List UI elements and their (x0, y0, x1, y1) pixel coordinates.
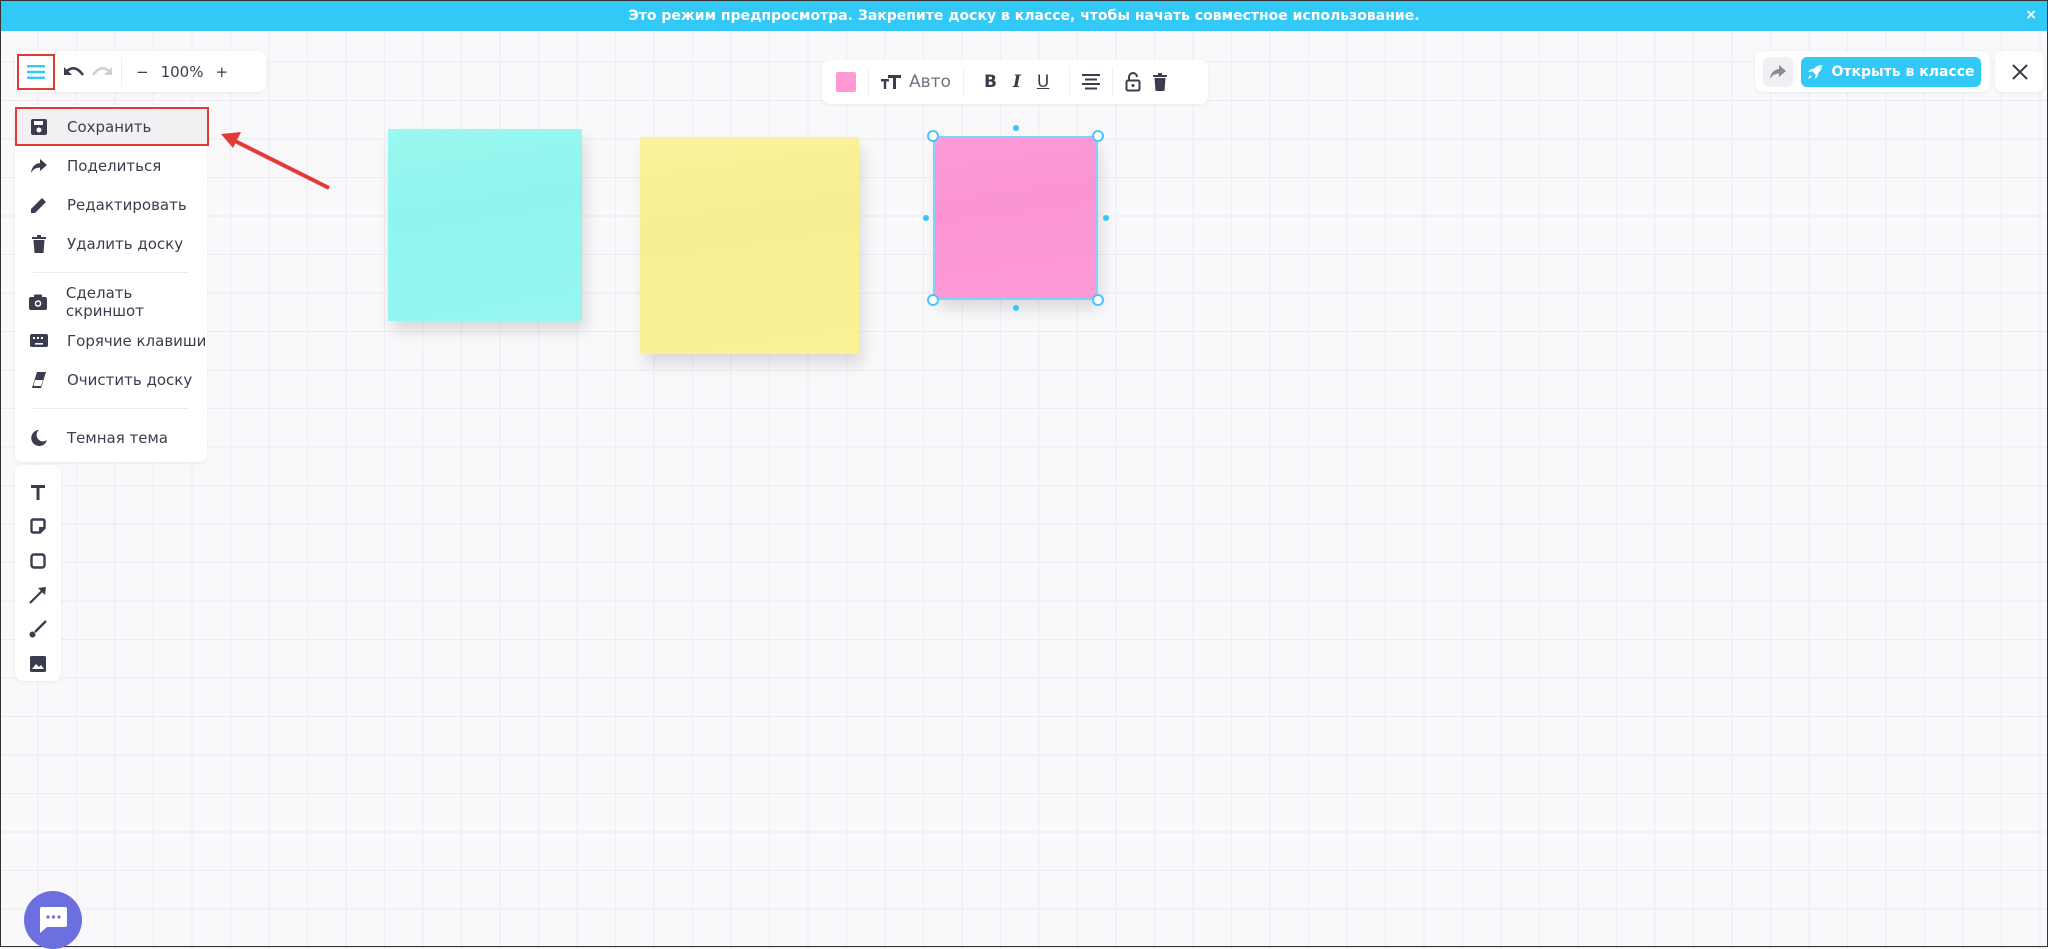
banner-close-button[interactable]: × (2025, 7, 2037, 23)
connector-dot[interactable] (1013, 305, 1019, 311)
rectangle-tool-icon[interactable] (23, 544, 53, 578)
close-button[interactable] (1995, 51, 2044, 92)
bold-button[interactable]: B (984, 72, 997, 92)
menu-item-edit[interactable]: Редактировать (15, 185, 207, 224)
resize-handle[interactable] (927, 130, 939, 142)
menu-item-label: Удалить доску (67, 234, 184, 253)
trash-icon (29, 234, 49, 253)
menu-divider (33, 408, 189, 409)
text-tool-icon[interactable] (23, 475, 53, 509)
hamburger-icon (27, 64, 45, 79)
close-icon (2011, 63, 2028, 80)
share-icon (1769, 64, 1787, 80)
font-size-value[interactable]: Авто (909, 72, 951, 92)
resize-handle[interactable] (1092, 294, 1104, 306)
rocket-icon (1807, 64, 1823, 80)
font-size-icon[interactable] (881, 74, 901, 90)
menu-button[interactable] (17, 53, 55, 90)
image-tool-icon[interactable] (23, 647, 53, 681)
align-center-icon[interactable] (1082, 74, 1101, 90)
divider (1112, 67, 1114, 97)
moon-icon (29, 429, 49, 447)
sticky-note-cyan[interactable] (388, 129, 582, 321)
menu-item-label: Редактировать (67, 195, 187, 214)
redo-icon[interactable] (91, 65, 113, 79)
italic-button[interactable]: I (1013, 72, 1021, 92)
left-tools-toolbar (15, 465, 61, 681)
menu-item-label: Сделать скриншот (65, 283, 144, 320)
open-in-class-label: Открыть в классе (1831, 63, 1975, 80)
menu-item-label: Поделиться (67, 156, 162, 175)
connector-dot[interactable] (923, 215, 929, 221)
top-right-toolbar: Открыть в классе (1755, 51, 1990, 92)
menu-item-screenshot[interactable]: Сделать скриншот (15, 282, 207, 321)
text-format-toolbar: Авто B I U (822, 60, 1208, 104)
menu-item-dark-theme[interactable]: Темная тема (15, 418, 207, 457)
pencil-icon (29, 196, 49, 214)
menu-divider (33, 272, 189, 273)
banner-text: Это режим предпросмотра. Закрепите доску… (628, 8, 1420, 24)
menu-item-hotkeys[interactable]: Горячие клавиши (15, 321, 207, 360)
menu-item-delete-board[interactable]: Удалить доску (15, 224, 207, 263)
zoom-out-button[interactable]: − (136, 63, 149, 81)
menu-item-label: Сохранить (67, 117, 152, 136)
chat-button[interactable] (24, 891, 82, 949)
eraser-icon (29, 371, 49, 389)
share-icon (29, 158, 49, 174)
arrow-tool-icon[interactable] (23, 578, 53, 612)
menu-item-save[interactable]: Сохранить (15, 107, 209, 146)
preview-banner: Это режим предпросмотра. Закрепите доску… (1, 1, 2047, 31)
unlock-icon[interactable] (1125, 72, 1141, 92)
main-menu: Сохранить Поделиться Редактировать Удали… (15, 105, 209, 462)
camera-icon (29, 294, 48, 310)
connector-dot[interactable] (1013, 125, 1019, 131)
sticky-note-yellow[interactable] (640, 137, 859, 354)
divider (868, 67, 869, 97)
resize-handle[interactable] (1092, 130, 1104, 142)
brush-tool-icon[interactable] (23, 612, 53, 646)
menu-item-share[interactable]: Поделиться (15, 146, 207, 185)
menu-item-clear-board[interactable]: Очистить доску (15, 360, 207, 399)
divider (962, 67, 964, 97)
sticky-note-tool-icon[interactable] (23, 509, 53, 543)
keyboard-icon (29, 334, 49, 347)
open-in-class-button[interactable]: Открыть в классе (1801, 56, 1981, 87)
share-button[interactable] (1763, 56, 1793, 87)
chat-icon (38, 906, 68, 934)
color-swatch[interactable] (836, 72, 856, 92)
connector-dot[interactable] (1103, 215, 1109, 221)
underline-button[interactable]: U (1037, 72, 1049, 92)
resize-handle[interactable] (927, 294, 939, 306)
divider (1069, 67, 1071, 97)
selection-frame (933, 136, 1098, 300)
top-left-toolbar: − 100% + (15, 51, 266, 92)
menu-item-label: Темная тема (67, 428, 168, 447)
zoom-level: 100% (160, 62, 204, 81)
undo-icon[interactable] (63, 65, 85, 79)
divider (121, 57, 122, 86)
annotation-arrow (221, 132, 330, 190)
save-icon (29, 118, 49, 136)
menu-item-label: Горячие клавиши (67, 331, 207, 350)
delete-icon[interactable] (1153, 73, 1168, 91)
menu-item-label: Очистить доску (67, 370, 193, 389)
zoom-in-button[interactable]: + (215, 63, 228, 81)
